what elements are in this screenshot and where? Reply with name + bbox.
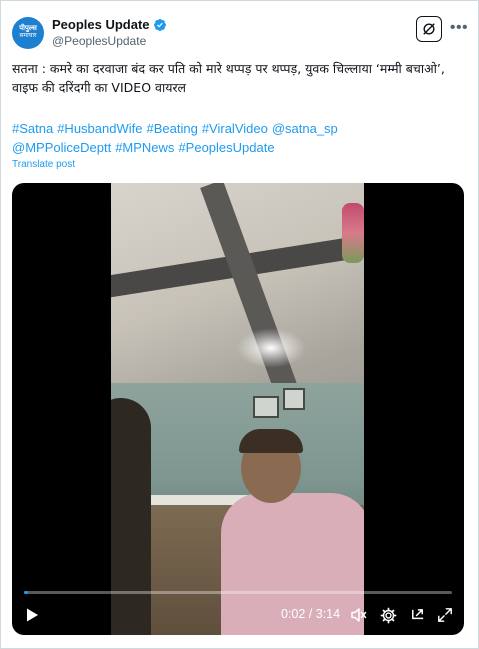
- avatar[interactable]: पीपुल्स समाचार: [12, 17, 44, 49]
- name-row: Peoples Update: [52, 16, 167, 33]
- more-options-button[interactable]: •••: [448, 17, 470, 39]
- post-card: पीपुल्स समाचार Peoples Update @PeoplesUp…: [0, 0, 479, 649]
- play-button[interactable]: [22, 605, 42, 625]
- progress-fill: [24, 591, 29, 594]
- post-header: पीपुल्स समाचार Peoples Update @PeoplesUp…: [12, 13, 470, 53]
- grok-button[interactable]: [416, 16, 442, 42]
- translate-post-link[interactable]: Translate post: [12, 159, 75, 170]
- post-text: सतना : कमरे का दरवाजा बंद कर पति को मारे…: [12, 61, 445, 95]
- mute-button[interactable]: [349, 605, 369, 625]
- mention-link[interactable]: @MPPoliceDeptt: [12, 140, 111, 155]
- hashtag-link[interactable]: #PeoplesUpdate: [178, 140, 274, 155]
- video-wall-frame: [253, 396, 279, 418]
- fullscreen-icon: [438, 608, 452, 622]
- video-controls: 0:02 / 3:14: [12, 587, 464, 635]
- settings-button[interactable]: [378, 605, 398, 625]
- gear-icon: [380, 607, 396, 623]
- hashtag-link[interactable]: #Beating: [146, 121, 197, 136]
- hashtag-link[interactable]: #Satna: [12, 121, 53, 136]
- video-woman-hair: [239, 429, 303, 453]
- hashtag-block: #Satna #HusbandWife #Beating #ViralVideo @sa…: [12, 119, 467, 157]
- video-wall-frame: [283, 388, 305, 410]
- display-name[interactable]: Peoples Update: [52, 17, 150, 32]
- verified-badge-icon: [153, 18, 166, 31]
- popout-button[interactable]: [407, 605, 427, 625]
- hashtag-line-2: @MPPoliceDeptt #MPNews #PeoplesUpdate: [12, 138, 467, 157]
- popout-icon: [411, 608, 423, 619]
- video-light-glare: [236, 328, 306, 368]
- avatar-logo-text-bottom: समाचार: [19, 33, 37, 39]
- hashtag-link[interactable]: #MPNews: [115, 140, 174, 155]
- volume-muted-icon: [351, 608, 367, 622]
- video-player[interactable]: 0:02 / 3:14: [12, 183, 464, 635]
- play-icon: [27, 608, 38, 622]
- hashtag-link[interactable]: #ViralVideo: [202, 121, 268, 136]
- video-flowers: [342, 203, 364, 263]
- fullscreen-button[interactable]: [435, 605, 455, 625]
- hashtag-link[interactable]: #HusbandWife: [57, 121, 142, 136]
- more-dots-icon: •••: [449, 19, 469, 36]
- progress-bar[interactable]: [24, 591, 452, 594]
- grok-icon: [423, 23, 435, 35]
- video-frame: [111, 183, 364, 635]
- hashtag-line-1: #Satna #HusbandWife #Beating #ViralVideo @sa…: [12, 119, 467, 138]
- time-display: 0:02 / 3:14: [281, 607, 341, 621]
- mention-link[interactable]: @satna_sp: [272, 121, 338, 136]
- handle[interactable]: @PeoplesUpdate: [52, 34, 146, 48]
- avatar-logo-text-top: पीपुल्स: [19, 25, 37, 32]
